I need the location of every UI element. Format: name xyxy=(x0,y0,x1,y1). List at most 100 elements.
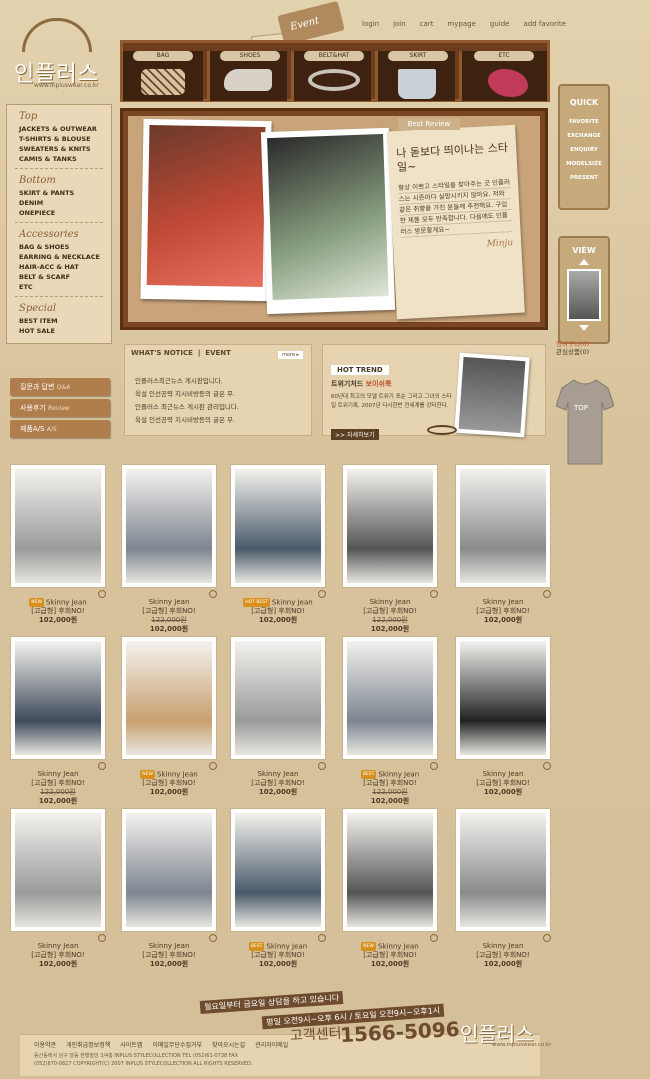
quick-favorite[interactable]: FAVORITE xyxy=(560,115,608,129)
category-bag-shoes[interactable]: BAG & SHOES xyxy=(19,242,111,252)
notice-more-button[interactable]: more ▸ xyxy=(277,351,303,359)
product-card[interactable]: BEST Skinny Jean [고급형] 후회NO! 122,000원 102,00… xyxy=(342,636,438,805)
notice-item[interactable]: 인플러스 최근뉴스 게시판 관리입니다. xyxy=(135,401,239,414)
product-name[interactable]: Skinny Jean xyxy=(266,943,307,951)
qna-button[interactable]: 질문과 답변 Q&A xyxy=(10,378,110,396)
category-denim[interactable]: DENIM xyxy=(19,198,111,208)
nav-cart[interactable]: cart xyxy=(420,20,434,28)
product-card[interactable]: Skinny Jean [고급형] 후회NO! 122,000원 102,000원 xyxy=(121,464,217,633)
zoom-icon[interactable] xyxy=(98,590,106,598)
review-note[interactable]: 나 돋보다 띄이나는 스타일~ 항상 이쁘고 스타일을 찾아주는 곳 인플러스는… xyxy=(387,124,525,320)
zoom-icon[interactable] xyxy=(318,934,326,942)
notice-item[interactable]: 육설 인선공략 지시비방등의 글은 무. xyxy=(135,388,239,401)
as-button[interactable]: 제품A/S A/S xyxy=(10,420,110,438)
product-name[interactable]: Skinny Jean xyxy=(483,942,524,950)
product-card[interactable]: NEW Skinny Jean [고급형] 후회NO! 102,000원 xyxy=(10,464,106,624)
product-image[interactable] xyxy=(230,464,326,588)
product-image[interactable] xyxy=(342,464,438,588)
product-image[interactable] xyxy=(455,808,551,932)
product-image[interactable] xyxy=(455,464,551,588)
zoom-icon[interactable] xyxy=(430,762,438,770)
category-onepiece[interactable]: ONEPIECE xyxy=(19,208,111,218)
product-image[interactable] xyxy=(121,808,217,932)
product-name[interactable]: Skinny Jean xyxy=(370,598,411,606)
product-image[interactable] xyxy=(230,636,326,760)
review-photo-1[interactable] xyxy=(140,118,272,302)
product-name[interactable]: Skinny Jean xyxy=(378,943,419,951)
notice-item[interactable]: 인플러스최근뉴스 게시판입니다. xyxy=(135,375,239,388)
nav-mypage[interactable]: mypage xyxy=(447,20,475,28)
product-card[interactable]: Skinny Jean [고급형] 후회NO! 122,000원 102,000원 xyxy=(10,636,106,805)
category-sweaters[interactable]: SWEATERS & KNITS xyxy=(19,144,111,154)
category-camis[interactable]: CAMIS & TANKS xyxy=(19,154,111,164)
arrow-down-icon[interactable] xyxy=(579,325,589,331)
notice-item[interactable]: 육설 인선공략 지시비방등의 글은 무. xyxy=(135,414,239,427)
product-card[interactable]: Skinny Jean [고급형] 후회NO! 122,000원 102,000원 xyxy=(342,464,438,633)
zoom-icon[interactable] xyxy=(543,590,551,598)
zoom-icon[interactable] xyxy=(209,590,217,598)
product-image[interactable] xyxy=(121,464,217,588)
product-name[interactable]: Skinny Jean xyxy=(149,598,190,606)
event-tab[interactable]: EVENT xyxy=(205,349,231,357)
arrow-up-icon[interactable] xyxy=(579,259,589,265)
shelf-etc[interactable]: ETC xyxy=(459,51,547,101)
product-card[interactable]: NEW Skinny Jean [고급형] 후회NO! 102,000원 xyxy=(342,808,438,968)
product-name[interactable]: Skinny Jean xyxy=(378,771,419,779)
product-image[interactable] xyxy=(342,636,438,760)
product-name[interactable]: Skinny Jean xyxy=(46,599,87,607)
product-name[interactable]: Skinny Jean xyxy=(38,770,79,778)
recent-item-thumb[interactable] xyxy=(567,269,601,321)
product-card[interactable]: NEW Skinny Jean [고급형] 후회NO! 102,000원 xyxy=(121,636,217,796)
product-card[interactable]: Skinny Jean [고급형] 후회NO! 102,000원 xyxy=(455,808,551,968)
category-tshirts[interactable]: T-SHIRTS & BLOUSE xyxy=(19,134,111,144)
zoom-icon[interactable] xyxy=(209,762,217,770)
zoom-icon[interactable] xyxy=(430,934,438,942)
hot-trend-photo[interactable] xyxy=(454,352,530,438)
product-card[interactable]: Skinny Jean [고급형] 후회NO! 102,000원 xyxy=(10,808,106,968)
product-name[interactable]: Skinny Jean xyxy=(38,942,79,950)
product-image[interactable] xyxy=(342,808,438,932)
footer-link-directions[interactable]: 찾아오시는길 xyxy=(212,1040,245,1049)
review-photo-2[interactable] xyxy=(260,127,396,315)
product-card[interactable]: BEST Skinny Jean [고급형] 후회NO! 102,000원 xyxy=(230,808,326,968)
quick-exchange[interactable]: EXCHANGE xyxy=(560,129,608,143)
nav-login[interactable]: login xyxy=(362,20,379,28)
cart-count[interactable]: 장바구니(0) xyxy=(556,340,589,348)
category-earring[interactable]: EARRING & NECKLACE xyxy=(19,252,111,262)
product-image[interactable] xyxy=(10,636,106,760)
product-name[interactable]: Skinny Jean xyxy=(272,599,313,607)
product-card[interactable]: Skinny Jean [고급형] 후회NO! 102,000원 xyxy=(455,464,551,624)
shelf-belt-hat[interactable]: BELT&HAT xyxy=(291,51,371,101)
product-name[interactable]: Skinny Jean xyxy=(483,770,524,778)
footer-link-admin-email[interactable]: 관리자이메일 xyxy=(255,1040,288,1049)
shelf-skirt[interactable]: SKIRT xyxy=(375,51,455,101)
footer-link-sitemap[interactable]: 사이트맵 xyxy=(120,1040,142,1049)
wishlist-count[interactable]: 관심상품(0) xyxy=(556,348,589,356)
zoom-icon[interactable] xyxy=(430,590,438,598)
product-card[interactable]: Skinny Jean [고급형] 후회NO! 102,000원 xyxy=(121,808,217,968)
product-card[interactable]: Skinny Jean [고급형] 후회NO! 102,000원 xyxy=(230,636,326,796)
hot-trend-more-button[interactable]: >> 자세히보기 xyxy=(331,429,379,440)
nav-guide[interactable]: guide xyxy=(490,20,510,28)
category-belt-scarf[interactable]: BELT & SCARF xyxy=(19,272,111,282)
review-button[interactable]: 사용후기 Review xyxy=(10,399,110,417)
shelf-bag[interactable]: BAG xyxy=(123,51,203,101)
category-skirt-pants[interactable]: SKIRT & PANTS xyxy=(19,188,111,198)
product-name[interactable]: Skinny Jean xyxy=(483,598,524,606)
tshirt-icon[interactable]: TOP xyxy=(555,372,615,466)
zoom-icon[interactable] xyxy=(543,762,551,770)
quick-present[interactable]: PRESENT xyxy=(560,171,608,185)
zoom-icon[interactable] xyxy=(318,590,326,598)
product-image[interactable] xyxy=(230,808,326,932)
zoom-icon[interactable] xyxy=(318,762,326,770)
zoom-icon[interactable] xyxy=(98,762,106,770)
zoom-icon[interactable] xyxy=(543,934,551,942)
zoom-icon[interactable] xyxy=(98,934,106,942)
product-name[interactable]: Skinny Jean xyxy=(258,770,299,778)
category-hot-sale[interactable]: HOT SALE xyxy=(19,326,111,336)
footer-link-privacy[interactable]: 개인취급정보정책 xyxy=(66,1040,110,1049)
quick-modelsize[interactable]: MODELSIZE xyxy=(560,157,608,171)
product-image[interactable] xyxy=(455,636,551,760)
product-image[interactable] xyxy=(10,464,106,588)
product-card[interactable]: HOT BEST Skinny Jean [고급형] 후회NO! 102,000원 xyxy=(230,464,326,624)
